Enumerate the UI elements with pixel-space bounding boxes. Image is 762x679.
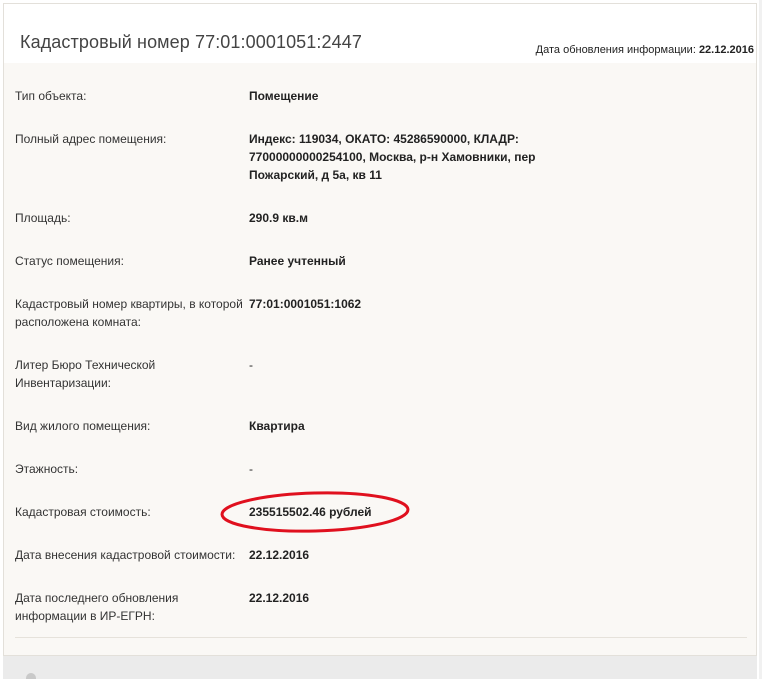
row-value: Индекс: 119034, ОКАТО: 45286590000, КЛАД… bbox=[249, 132, 536, 182]
row-label: Вид жилого помещения: bbox=[15, 419, 151, 433]
update-date-value: 22.12.2016 bbox=[698, 44, 754, 56]
property-info-card: Кадастровый номер 77:01:0001051:2447 Дат… bbox=[3, 3, 757, 656]
row-label: Литер Бюро Технической Инвентаризации: bbox=[15, 358, 156, 390]
row-value: 77:01:0001051:1062 bbox=[249, 297, 362, 311]
row-label: Этажность: bbox=[15, 462, 79, 476]
page-title: Кадастровый номер 77:01:0001051:2447 bbox=[20, 32, 362, 52]
row-value: 22.12.2016 bbox=[249, 548, 310, 562]
row-label: Дата внесения кадастровой стоимости: bbox=[15, 548, 236, 562]
row-label: Полный адрес помещения: bbox=[15, 132, 167, 146]
update-date: Дата обновления информации: 22.12.2016 bbox=[536, 44, 754, 56]
row-label: Статус помещения: bbox=[15, 254, 124, 268]
update-date-label: Дата обновления информации: bbox=[535, 44, 696, 56]
row-label: Площадь: bbox=[15, 211, 71, 225]
row-value: 290.9 кв.м bbox=[249, 211, 308, 225]
red-ellipse-annotation bbox=[220, 491, 410, 533]
bottom-divider bbox=[15, 637, 747, 638]
footer-band bbox=[3, 656, 757, 679]
row-value: - bbox=[249, 462, 253, 476]
row-value: Помещение bbox=[249, 89, 319, 103]
row-value: - bbox=[249, 358, 253, 372]
row-label: Кадастровый номер квартиры, в которой ра… bbox=[15, 297, 243, 329]
row-value: Ранее учтенный bbox=[249, 254, 346, 268]
row-label: Тип объекта: bbox=[15, 89, 87, 103]
row-value: 22.12.2016 bbox=[249, 591, 310, 605]
row-value: Квартира bbox=[249, 419, 305, 433]
footer-icon bbox=[26, 673, 36, 679]
row-label: Кадастровая стоимость: bbox=[15, 505, 151, 519]
row-label: Дата последнего обновления информации в … bbox=[15, 591, 179, 623]
card-header: Кадастровый номер 77:01:0001051:2447 Дат… bbox=[4, 4, 756, 63]
